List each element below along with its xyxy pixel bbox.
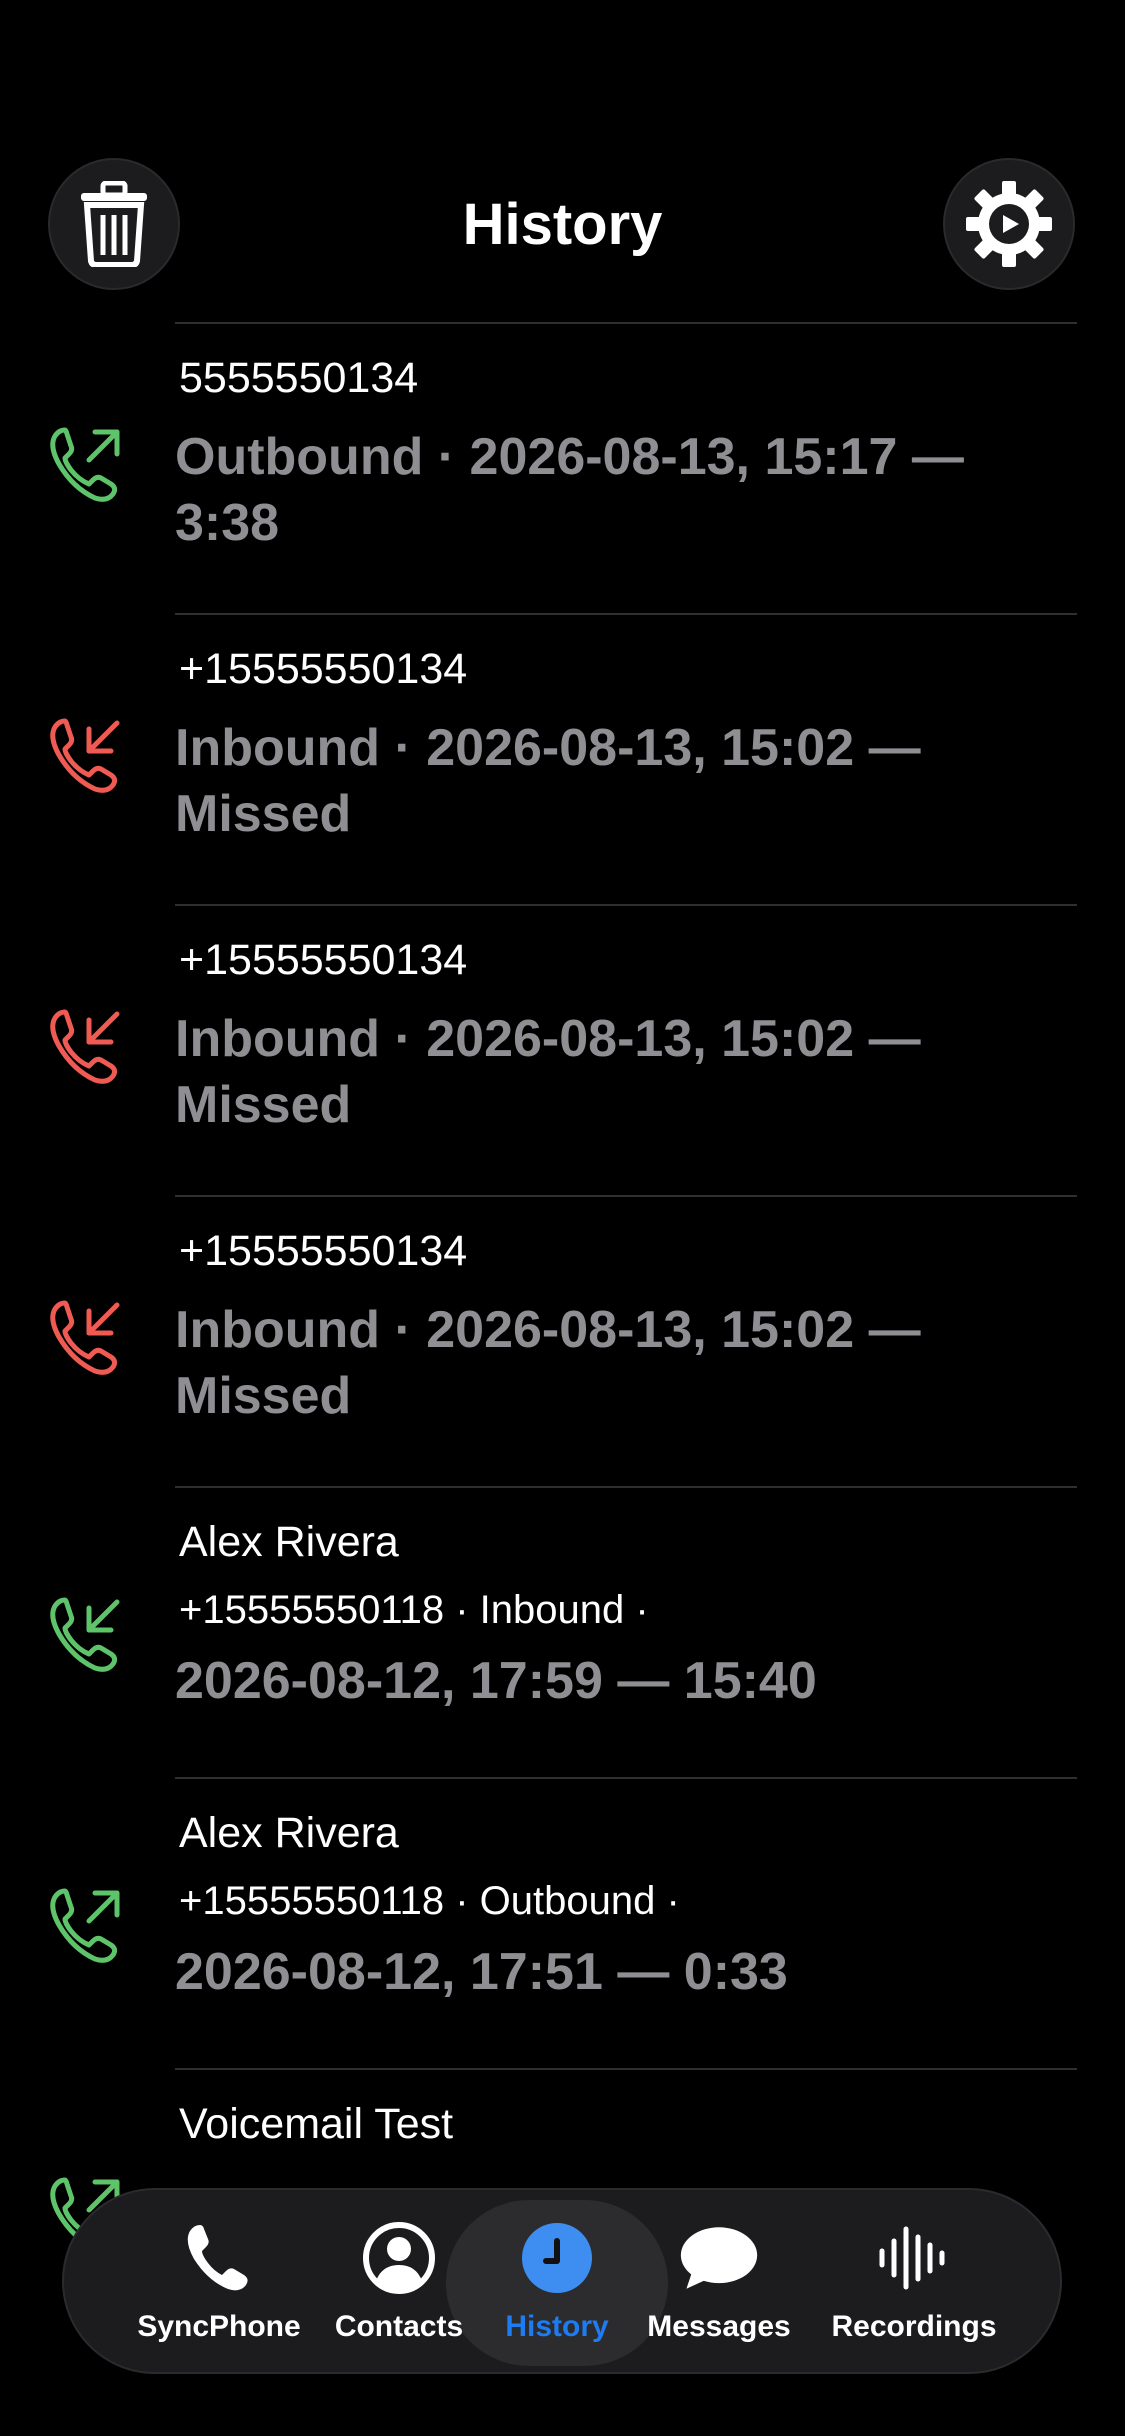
waveform-icon — [879, 2226, 945, 2290]
call-details: Inbound · 2026-08-13, 15:02 — Missed — [175, 1301, 921, 1425]
tab-label: Contacts — [334, 2310, 464, 2343]
clock-icon — [522, 2223, 592, 2293]
call-row[interactable]: Alex Rivera +15555550118 · Outbound · 20… — [50, 1777, 1077, 2068]
call-row[interactable]: Alex Rivera +15555550118 · Inbound · 202… — [50, 1486, 1077, 1777]
tab-history[interactable]: History — [474, 2190, 640, 2376]
caller-name: 5555550134 — [179, 354, 419, 402]
tab-messages[interactable]: Messages — [634, 2190, 804, 2376]
call-details: Inbound · 2026-08-13, 15:02 — Missed — [175, 1010, 921, 1134]
call-details: Outbound · 2026-08-13, 15:17 — 3:38 — [175, 428, 964, 552]
message-bubble-icon — [680, 2227, 758, 2289]
missed-call-icon — [50, 718, 120, 793]
caller-name: +15555550134 — [179, 1227, 468, 1275]
phone-icon — [187, 2225, 248, 2291]
missed-call-icon — [50, 1009, 120, 1084]
outbound-call-icon — [50, 1888, 120, 1963]
tab-recordings[interactable]: Recordings — [824, 2190, 1004, 2376]
call-row[interactable]: +15555550134 Inbound · 2026-08-13, 15:02… — [50, 904, 1077, 1195]
caller-number-direction: +15555550118 · Inbound · — [179, 1588, 649, 1632]
tab-bar: SyncPhone Contacts History Messages Reco… — [62, 2188, 1062, 2374]
header: History — [0, 0, 1125, 320]
gear-icon — [966, 181, 1052, 267]
caller-name: Alex Rivera — [179, 1809, 399, 1857]
call-row[interactable]: 5555550134 Outbound · 2026-08-13, 15:17 … — [50, 322, 1077, 613]
caller-name: +15555550134 — [179, 936, 468, 984]
call-row[interactable]: +15555550134 Inbound · 2026-08-13, 15:02… — [50, 1195, 1077, 1486]
caller-name: Alex Rivera — [179, 1518, 399, 1566]
tab-label: Messages — [647, 2310, 791, 2343]
call-details: Inbound · 2026-08-13, 15:02 — Missed — [175, 719, 921, 843]
outbound-call-icon — [50, 427, 120, 502]
call-details: 2026-08-12, 17:59 — 15:40 — [175, 1652, 817, 1710]
tab-label: History — [505, 2310, 609, 2343]
settings-button[interactable] — [943, 158, 1075, 290]
inbound-call-icon — [50, 1597, 120, 1672]
tab-label: SyncPhone — [137, 2310, 301, 2343]
call-history-list: 5555550134 Outbound · 2026-08-13, 15:17 … — [0, 322, 1125, 2359]
caller-name: Voicemail Test — [179, 2100, 454, 2148]
caller-name: +15555550134 — [179, 645, 468, 693]
person-icon — [363, 2222, 435, 2294]
call-details: 2026-08-12, 17:51 — 0:33 — [175, 1943, 788, 2001]
tab-contacts[interactable]: Contacts — [314, 2190, 484, 2376]
missed-call-icon — [50, 1300, 120, 1375]
tab-syncphone[interactable]: SyncPhone — [114, 2190, 324, 2376]
caller-number-direction: +15555550118 · Outbound · — [179, 1879, 680, 1923]
call-row[interactable]: +15555550134 Inbound · 2026-08-13, 15:02… — [50, 613, 1077, 904]
tab-label: Recordings — [831, 2310, 997, 2343]
